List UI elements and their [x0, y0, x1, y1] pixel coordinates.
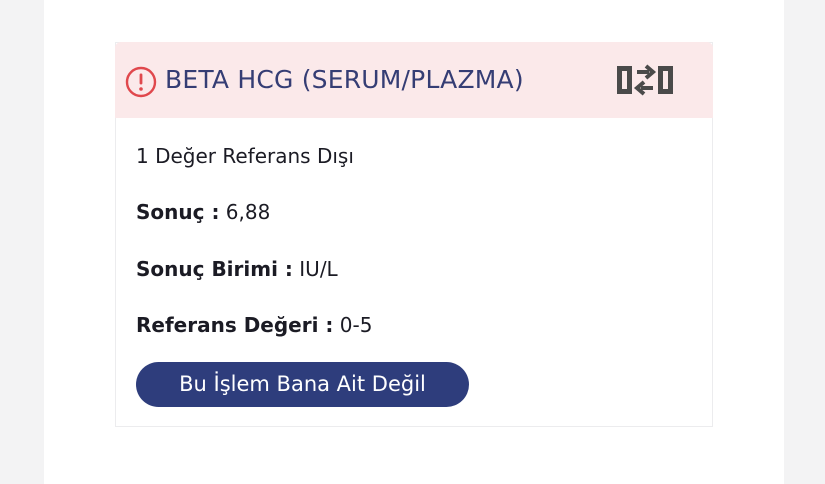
unit-row: Sonuç Birimi : IU/L — [136, 255, 338, 283]
result-row: Sonuç : 6,88 — [136, 198, 270, 226]
reference-value: 0-5 — [339, 313, 373, 337]
page-container: BETA HCG (SERUM/PLAZMA) 1 Değer Referans… — [44, 0, 784, 484]
result-label: Sonuç : — [136, 200, 220, 224]
unit-label: Sonuç Birimi : — [136, 257, 293, 281]
unit-value: IU/L — [299, 257, 338, 281]
reference-label: Referans Değeri : — [136, 313, 334, 337]
out-of-range-summary: 1 Değer Referans Dışı — [136, 142, 354, 170]
swap-icon[interactable] — [615, 59, 675, 101]
summary-text: 1 Değer Referans Dışı — [136, 144, 354, 168]
card-header: BETA HCG (SERUM/PLAZMA) — [115, 42, 713, 118]
test-title: BETA HCG (SERUM/PLAZMA) — [165, 65, 524, 94]
test-result-card: BETA HCG (SERUM/PLAZMA) 1 Değer Referans… — [115, 42, 713, 427]
reference-row: Referans Değeri : 0-5 — [136, 311, 372, 339]
alert-circle-icon — [125, 66, 157, 98]
not-my-test-button[interactable]: Bu İşlem Bana Ait Değil — [136, 362, 469, 407]
result-value: 6,88 — [225, 200, 271, 224]
